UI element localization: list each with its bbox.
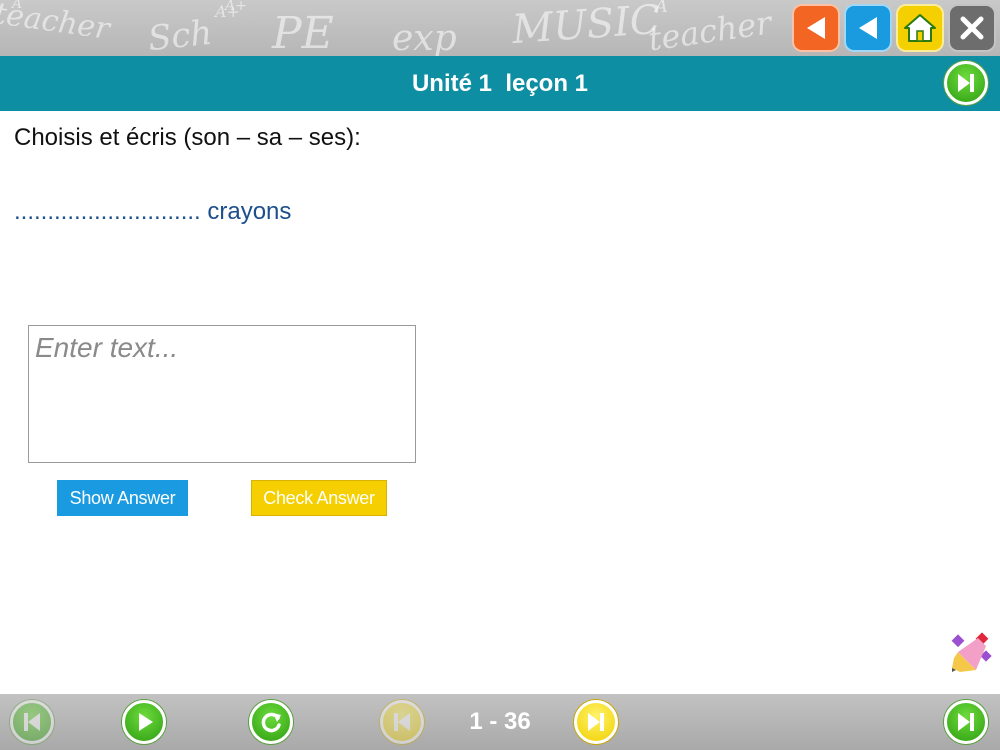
chalk-word: PE: [272, 8, 334, 56]
pencil-icon: [951, 632, 992, 672]
close-icon: [960, 16, 984, 40]
back-orange-button[interactable]: [792, 4, 840, 52]
chalk-word: A: [12, 0, 23, 12]
previous-page-button[interactable]: [380, 700, 424, 744]
close-button[interactable]: [948, 4, 996, 52]
skip-previous-icon: [24, 713, 40, 731]
title-bar: Unité 1 leçon 1: [0, 56, 1000, 111]
next-lesson-button[interactable]: [944, 61, 988, 105]
last-page-button[interactable]: [944, 700, 988, 744]
show-answer-button[interactable]: Show Answer: [57, 480, 188, 516]
home-button[interactable]: [896, 4, 944, 52]
page-counter: 1 - 36: [469, 708, 531, 735]
chalk-word: exp: [392, 18, 457, 56]
answer-input[interactable]: [28, 325, 416, 463]
play-button[interactable]: [122, 700, 166, 744]
top-banner: teacher Sch A+ PE exp MUSIC A teacher A+…: [0, 0, 1000, 56]
back-blue-button[interactable]: [844, 4, 892, 52]
pencil-tool-icon[interactable]: [948, 630, 992, 674]
skip-previous-icon: [394, 713, 410, 731]
chalk-word: MUSIC: [510, 0, 662, 54]
chalk-word: Sch: [146, 12, 215, 56]
home-icon: [904, 14, 936, 42]
top-button-group: [792, 4, 996, 52]
bottom-nav-bar: 1 - 36: [0, 694, 1000, 750]
skip-next-icon: [958, 713, 974, 731]
triangle-left-icon: [859, 17, 877, 39]
exercise-instruction: Choisis et écris (son – sa – ses):: [14, 124, 361, 151]
triangle-left-icon: [807, 17, 825, 39]
first-page-button[interactable]: [10, 700, 54, 744]
exercise-question: ............................ crayons: [14, 198, 292, 225]
chalk-word: A: [655, 0, 668, 17]
play-icon: [139, 713, 153, 731]
page-title: Unité 1 leçon 1: [411, 70, 589, 97]
reload-button[interactable]: [249, 700, 293, 744]
reload-icon: [261, 712, 281, 733]
next-page-button[interactable]: [574, 700, 618, 744]
chalk-word: A+: [225, 0, 247, 14]
skip-next-icon: [588, 713, 604, 731]
skip-next-icon: [958, 74, 974, 92]
check-answer-button[interactable]: Check Answer: [251, 480, 387, 516]
